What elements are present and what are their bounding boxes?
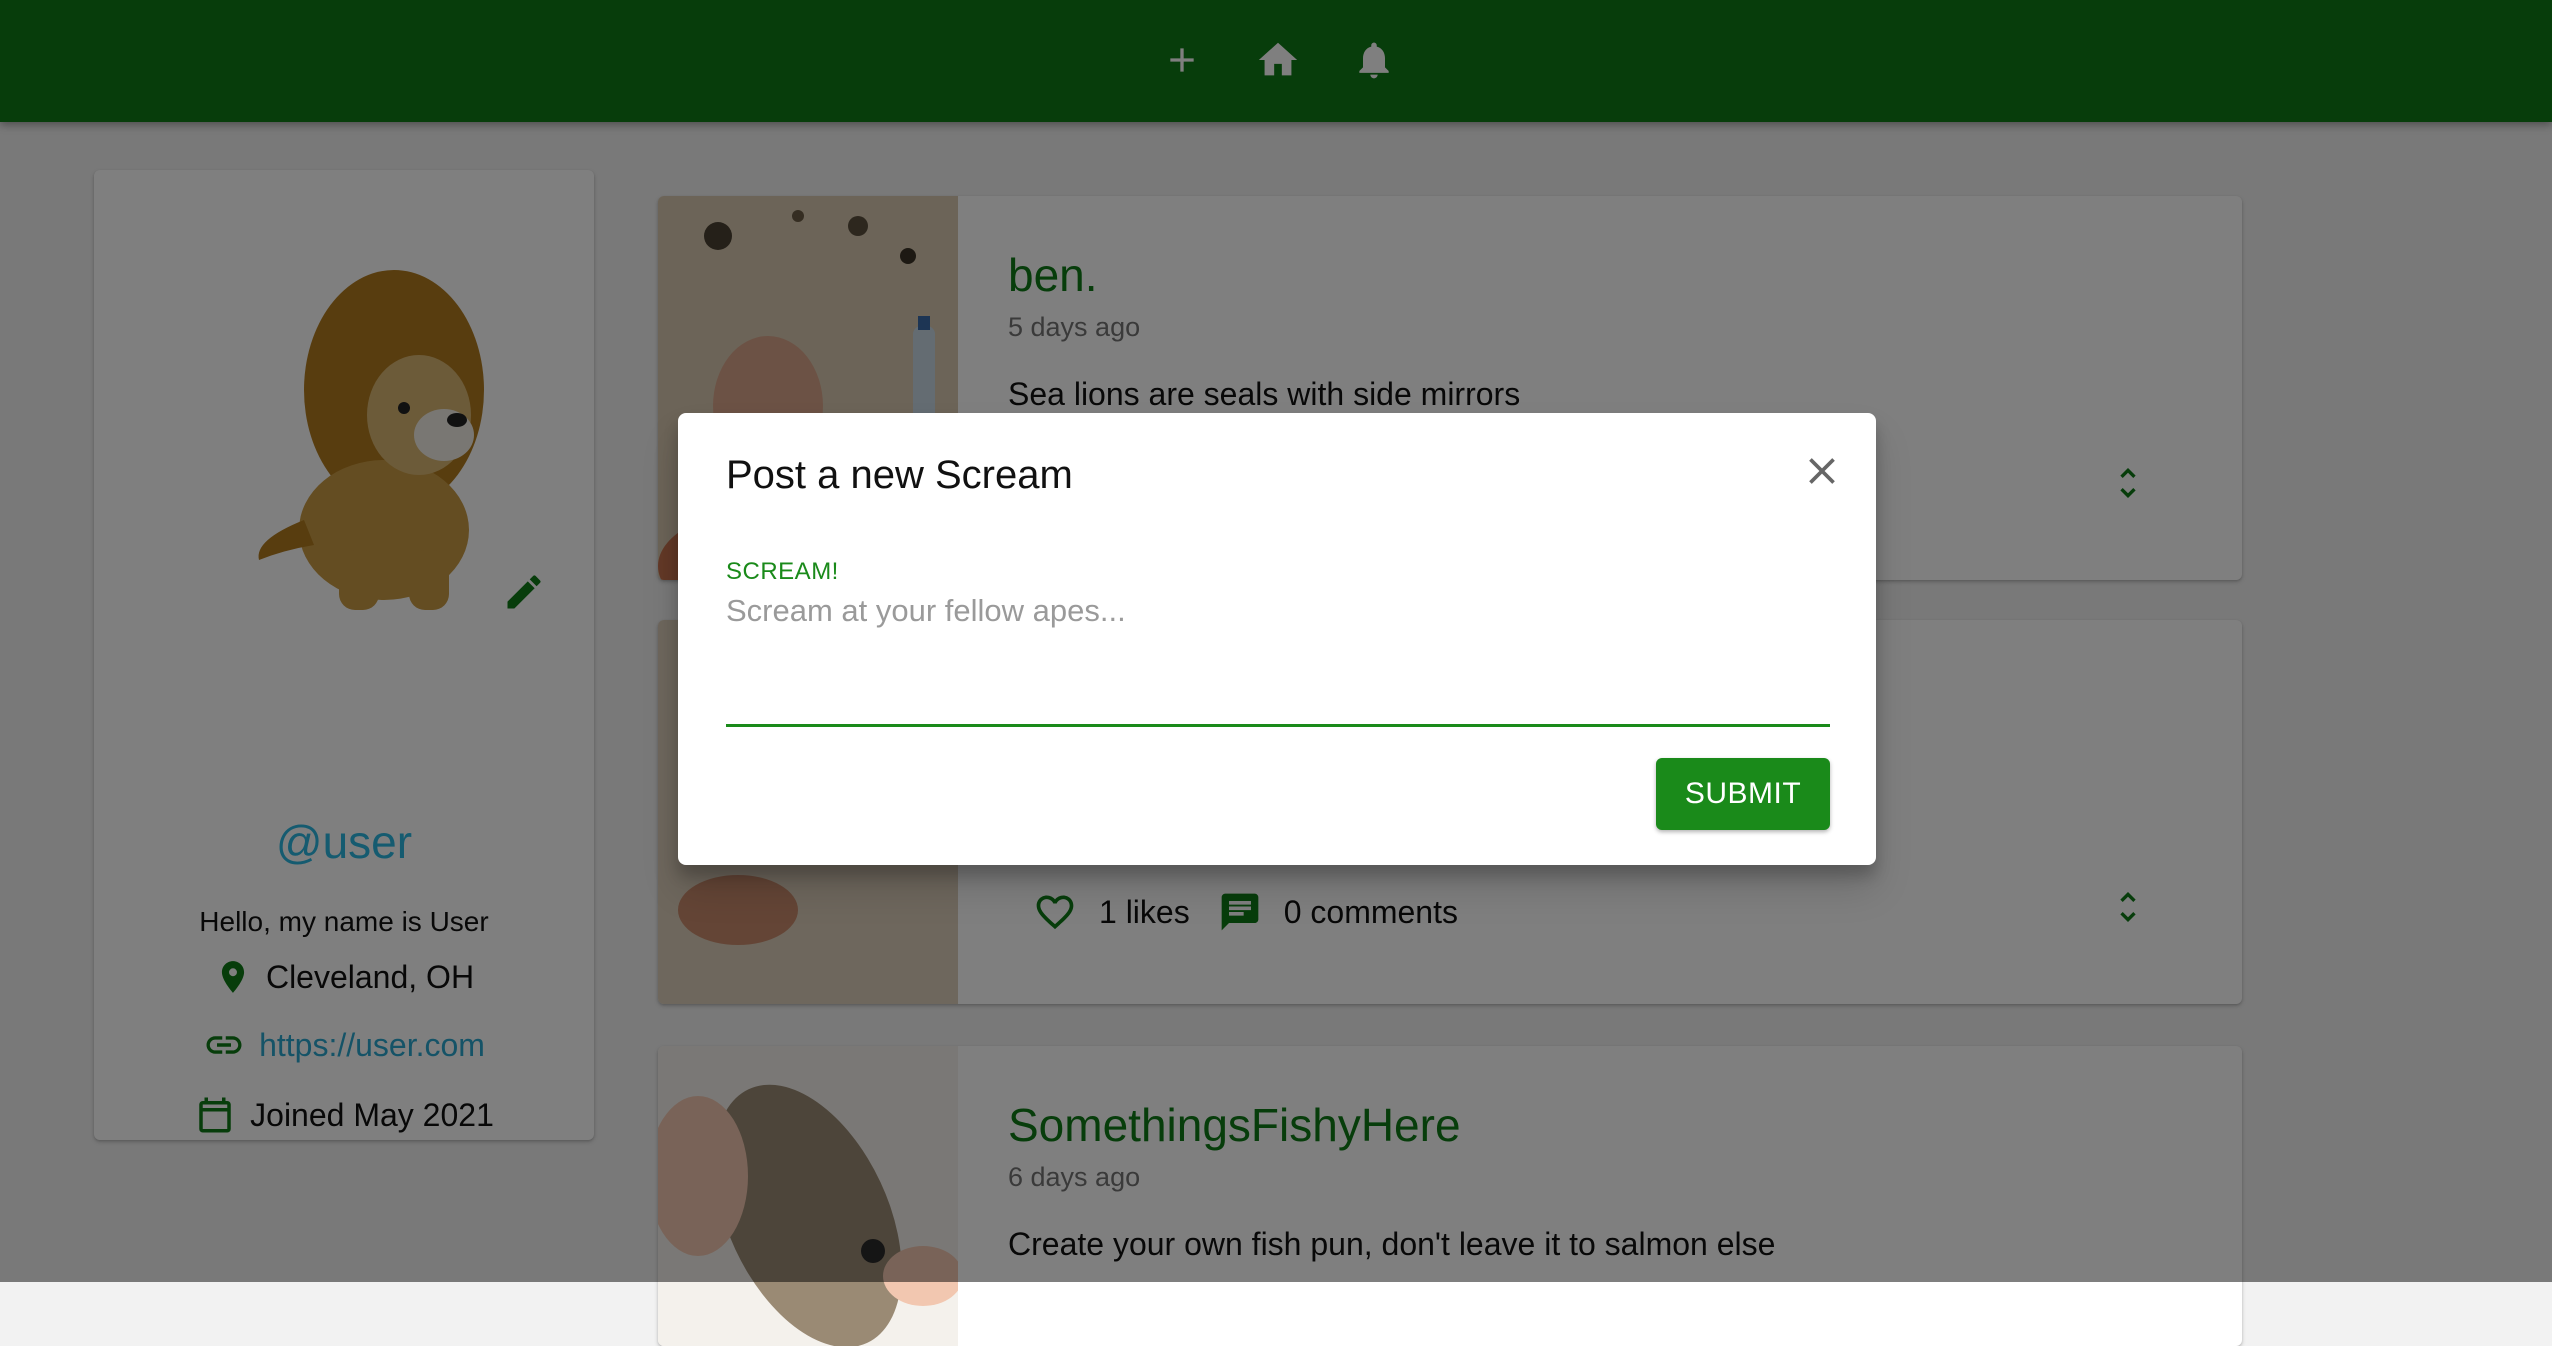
submit-button[interactable]: SUBMIT xyxy=(1656,758,1830,830)
dialog-title: Post a new Scream xyxy=(726,453,1073,497)
scream-input-underline xyxy=(726,724,1830,727)
post-scream-dialog: Post a new Scream SCREAM! SUBMIT xyxy=(678,413,1876,865)
close-dialog-button[interactable] xyxy=(1800,449,1844,498)
close-icon xyxy=(1809,458,1835,484)
scream-input[interactable] xyxy=(726,593,1830,703)
scream-field-label: SCREAM! xyxy=(726,558,839,585)
